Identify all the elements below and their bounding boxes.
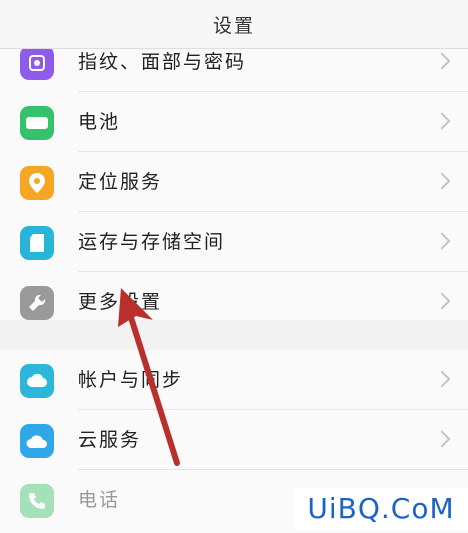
chevron-right-icon [433,52,451,70]
settings-item-label: 定位服务 [78,171,163,193]
watermark: UiBQ.CoM [294,488,468,530]
settings-item-label: 电话 [78,489,121,511]
chevron-right-icon [433,292,451,310]
top-bar: 设置 [0,0,468,49]
phone-icon [20,484,54,518]
fingerprint-icon [20,46,54,80]
settings-item-label: 运存与存储空间 [78,231,226,253]
chevron-right-icon [433,232,451,250]
settings-item-label: 云服务 [78,429,142,451]
settings-item-battery[interactable]: 电池 [0,92,468,152]
location-pin-icon [20,166,54,200]
settings-item-more-settings[interactable]: 更多设置 [0,272,468,332]
battery-icon [20,106,54,140]
settings-item-label: 帐户与同步 [78,369,184,391]
settings-group-1: 指纹、面部与密码 电池 定位服务 运存与存储空间 更多设置 [0,32,468,320]
wrench-icon [20,286,54,320]
settings-item-label: 电池 [78,111,121,133]
settings-item-label: 更多设置 [78,291,163,313]
settings-item-account-sync[interactable]: 帐户与同步 [0,350,468,410]
chevron-right-icon [433,430,451,448]
chevron-right-icon [433,112,451,130]
cloud-icon [20,424,54,458]
settings-item-location[interactable]: 定位服务 [0,152,468,212]
account-sync-icon [20,364,54,398]
chevron-right-icon [433,172,451,190]
settings-item-cloud-service[interactable]: 云服务 [0,410,468,470]
page-title: 设置 [212,14,255,37]
sd-card-icon [20,226,54,260]
settings-item-storage[interactable]: 运存与存储空间 [0,212,468,272]
chevron-right-icon [433,370,451,388]
